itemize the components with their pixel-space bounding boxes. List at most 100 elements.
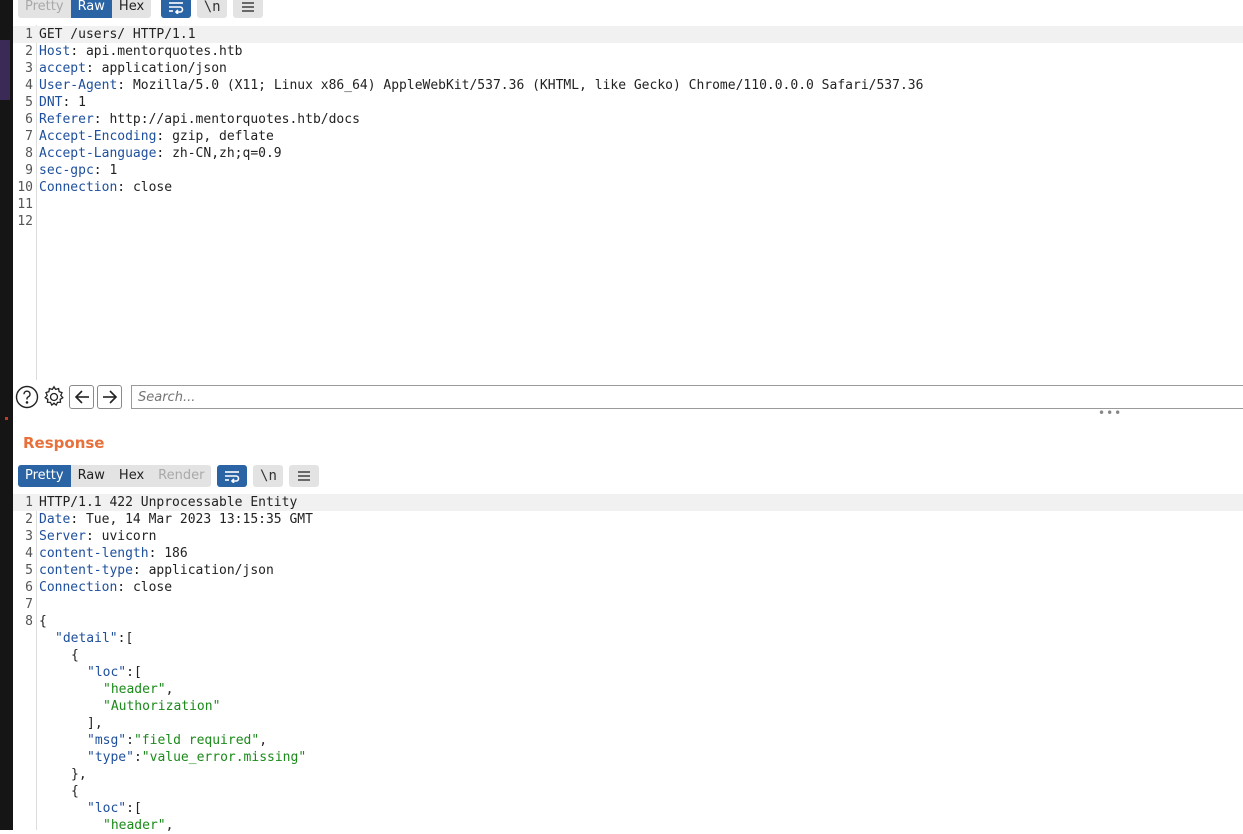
line-number: 4 [25,78,33,93]
json-line[interactable]: ], [13,715,1243,732]
header-value: Tue, 14 Mar 2023 13:15:35 GMT [85,512,313,527]
request-line[interactable]: 11 [13,196,1243,213]
request-menu-button[interactable] [233,0,264,18]
response-newline-toggle[interactable]: \n [253,465,284,487]
request-line[interactable]: 5 DNT: 1 [13,94,1243,111]
wrap-lines-icon [169,2,184,14]
line-content: sec-gpc: 1 [39,162,117,179]
header-name: DNT [39,95,63,110]
header-separator: : [62,95,79,110]
header-name: sec-gpc [39,163,94,178]
header-value: close [132,580,173,595]
line-number: 4 [25,546,33,561]
json-line[interactable]: "header", [13,681,1243,698]
line-content: "header", [39,681,173,698]
json-punctuation: :[ [126,665,142,680]
request-line[interactable]: 6 Referer: http://api.mentorquotes.htb/do… [13,111,1243,128]
response-view-tabs: Pretty Raw Hex Render [18,465,212,487]
response-title: Response [23,434,105,452]
response-tab-pretty[interactable]: Pretty [18,465,71,487]
line-number: 8 [25,614,33,629]
json-key: "type" [87,750,134,765]
line-content: DNT: 1 [39,94,86,111]
next-match-button[interactable] [97,385,122,409]
request-newline-toggle[interactable]: \n [197,0,228,18]
response-menu-button[interactable] [289,465,320,487]
left-dark-strip [0,0,13,830]
request-tab-raw[interactable]: Raw [70,0,112,18]
line-number: 6 [25,112,33,127]
request-editor[interactable]: 1 GET /users/ HTTP/1.1 2 Host: api.mentorqu… [13,25,1243,380]
request-tab-pretty[interactable]: Pretty [18,0,71,18]
line-content: "loc":[ [39,800,142,817]
previous-match-button[interactable] [69,385,94,409]
line-content: ], [39,715,103,732]
json-key: "loc" [87,665,127,680]
header-value: HTTP/1.1 422 Unprocessable Entity [39,495,298,510]
line-content: "type":"value_error.missing" [39,749,306,766]
json-line[interactable]: "header", [13,817,1243,834]
header-value: close [132,180,173,195]
json-line[interactable]: 8{ [13,613,1243,630]
json-string: "field required" [133,733,260,748]
request-tab-hex[interactable]: Hex [112,0,151,18]
line-content: Date: Tue, 14 Mar 2023 13:15:35 GMT [39,511,313,528]
wrap-lines-icon [225,471,240,483]
json-trailing: , [165,818,174,833]
request-line[interactable]: 1 GET /users/ HTTP/1.1 [13,26,1243,43]
response-line[interactable]: 4 content-length: 186 [13,545,1243,562]
request-line[interactable]: 7 Accept-Encoding: gzip, deflate [13,128,1243,145]
json-line[interactable]: "loc":[ [13,800,1243,817]
request-line[interactable]: 2 Host: api.mentorquotes.htb [13,43,1243,60]
line-number: 11 [17,197,33,212]
pane-resize-handle[interactable]: ••• [1098,406,1122,420]
line-number: 7 [25,129,33,144]
header-value: zh-CN,zh;q=0.9 [172,146,282,161]
line-number: 7 [25,597,33,612]
response-tab-hex[interactable]: Hex [112,465,151,487]
line-number: 3 [25,61,33,76]
response-editor[interactable]: 1 HTTP/1.1 422 Unprocessable Entity 2 Date:… [13,494,1243,833]
request-line[interactable]: 3 accept: application/json [13,60,1243,77]
help-icon [15,385,39,409]
json-punctuation: { [39,614,47,629]
request-line[interactable]: 4 User-Agent: Mozilla/5.0 (X11; Linux x86… [13,77,1243,94]
request-line[interactable]: 9 sec-gpc: 1 [13,162,1243,179]
json-line[interactable]: }, [13,766,1243,783]
response-line[interactable]: 5 content-type: application/json [13,562,1243,579]
line-content: { [39,613,47,630]
json-punctuation: :[ [117,631,134,646]
request-line[interactable]: 12 [13,213,1243,230]
request-search-bar [15,385,1243,409]
json-line[interactable]: "loc":[ [13,664,1243,681]
header-separator: : [156,129,173,144]
response-tab-render[interactable]: Render [151,465,211,487]
request-wrap-lines-button[interactable] [161,0,192,18]
help-button[interactable] [15,385,39,409]
line-content: GET /users/ HTTP/1.1 [39,26,196,43]
response-line[interactable]: 7 [13,596,1243,613]
json-line[interactable]: { [13,647,1243,664]
line-content: content-length: 186 [39,545,188,562]
json-line[interactable]: "msg":"field required", [13,732,1243,749]
json-line[interactable]: "type":"value_error.missing" [13,749,1243,766]
header-separator: : [93,112,110,127]
response-line[interactable]: 1 HTTP/1.1 422 Unprocessable Entity [13,494,1243,511]
response-wrap-lines-button[interactable] [217,465,248,487]
response-toolbar: Pretty Raw Hex Render \n [18,465,320,487]
request-line[interactable]: 10 Connection: close [13,179,1243,196]
json-line[interactable]: { [13,783,1243,800]
json-line[interactable]: "detail":[ [13,630,1243,647]
header-separator: : [93,163,110,178]
line-content: Referer: http://api.mentorquotes.htb/doc… [39,111,360,128]
response-line[interactable]: 2 Date: Tue, 14 Mar 2023 13:15:35 GMT [13,511,1243,528]
request-line[interactable]: 8 Accept-Language: zh-CN,zh;q=0.9 [13,145,1243,162]
header-value: GET /users/ HTTP/1.1 [39,27,196,42]
response-line[interactable]: 6 Connection: close [13,579,1243,596]
response-tab-raw[interactable]: Raw [71,465,112,487]
search-input[interactable] [131,385,1243,409]
settings-button[interactable] [42,385,66,409]
response-line[interactable]: 3 Server: uvicorn [13,528,1243,545]
json-line[interactable]: "Authorization" [13,698,1243,715]
json-trailing: , [259,733,268,748]
